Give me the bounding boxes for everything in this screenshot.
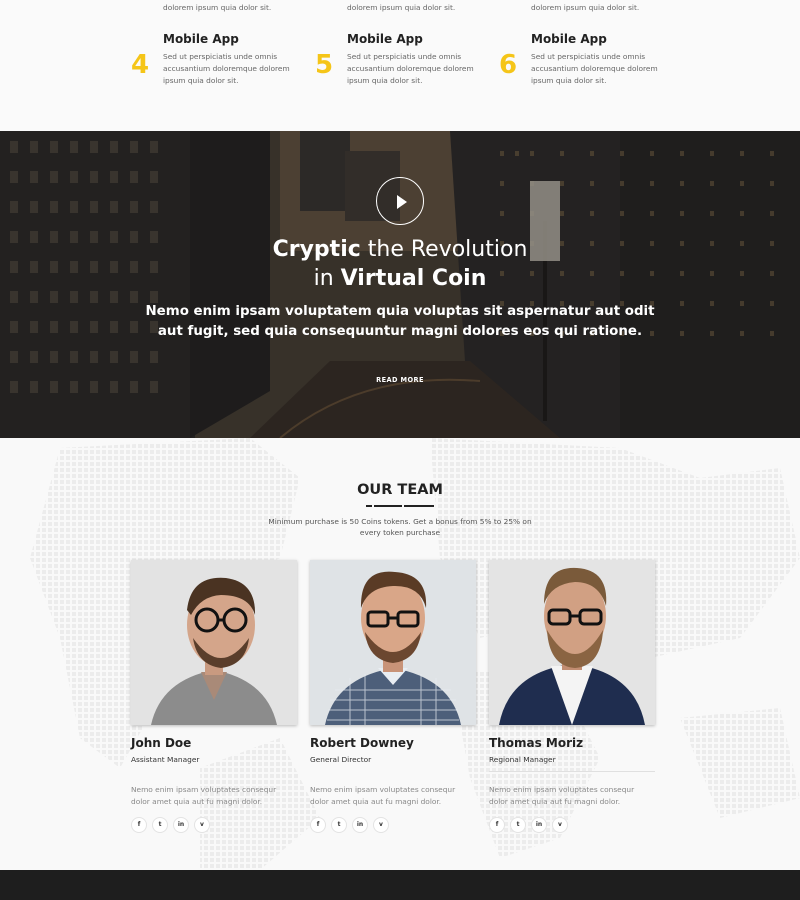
facebook-icon[interactable]: f xyxy=(131,817,147,833)
facebook-icon[interactable]: f xyxy=(310,817,326,833)
linkedin-icon[interactable]: in xyxy=(531,817,547,833)
service-number: 6 xyxy=(499,50,518,80)
play-video-button[interactable] xyxy=(376,177,424,225)
member-role: Regional Manager xyxy=(489,755,556,764)
social-links: f t in v xyxy=(310,817,476,833)
divider xyxy=(131,771,297,772)
hero-title-text: the Revolution xyxy=(360,237,528,262)
member-name: Robert Downey xyxy=(310,736,414,750)
member-photo xyxy=(310,560,476,725)
vimeo-icon[interactable]: v xyxy=(373,817,389,833)
team-member-card: Robert Downey General Director Nemo enim… xyxy=(310,560,476,833)
play-icon xyxy=(397,195,407,209)
heading-divider xyxy=(366,502,434,510)
service-desc: dolorem ipsum quia dolor sit. xyxy=(531,3,640,12)
member-photo xyxy=(489,560,655,725)
member-photo xyxy=(131,560,297,725)
hero-section: Cryptic the Revolution in Virtual Coin N… xyxy=(0,131,800,438)
member-name: John Doe xyxy=(131,736,192,750)
service-title: Mobile App xyxy=(163,32,239,46)
hero-title-text: in xyxy=(313,266,341,291)
hero-lead: Nemo enim ipsam voluptatem quia voluptas… xyxy=(145,304,655,339)
service-number: 4 xyxy=(131,50,150,80)
twitter-icon[interactable]: t xyxy=(331,817,347,833)
footer xyxy=(0,870,800,900)
service-number: 5 xyxy=(315,50,334,80)
linkedin-icon[interactable]: in xyxy=(352,817,368,833)
service-title: Mobile App xyxy=(531,32,607,46)
hero-title-line-2: in Virtual Coin xyxy=(0,264,800,293)
team-member-card: Thomas Moriz Regional Manager Nemo enim … xyxy=(489,560,655,833)
service-title: Mobile App xyxy=(347,32,423,46)
team-heading: OUR TEAM xyxy=(357,482,443,498)
team-intro: Minimum purchase is 50 Coins tokens. Get… xyxy=(268,517,532,537)
divider xyxy=(310,771,476,772)
team-member-card: John Doe Assistant Manager Nemo enim ips… xyxy=(131,560,297,833)
team-section: OUR TEAM Minimum purchase is 50 Coins to… xyxy=(0,438,800,870)
member-role: Assistant Manager xyxy=(131,755,200,764)
linkedin-icon[interactable]: in xyxy=(173,817,189,833)
vimeo-icon[interactable]: v xyxy=(552,817,568,833)
hero-title-bold: Cryptic xyxy=(272,237,361,262)
divider xyxy=(489,771,655,772)
member-role: General Director xyxy=(310,755,372,764)
social-links: f t in v xyxy=(489,817,655,833)
twitter-icon[interactable]: t xyxy=(152,817,168,833)
hero-title-bold: Virtual Coin xyxy=(340,266,487,291)
member-name: Thomas Moriz xyxy=(489,736,584,750)
twitter-icon[interactable]: t xyxy=(510,817,526,833)
vimeo-icon[interactable]: v xyxy=(194,817,210,833)
member-bio: Nemo enim ipsam voluptates consequr dolo… xyxy=(310,785,456,806)
member-bio: Nemo enim ipsam voluptates consequr dolo… xyxy=(131,785,277,806)
read-more-link[interactable]: READ MORE xyxy=(0,376,800,384)
social-links: f t in v xyxy=(131,817,297,833)
service-desc: Sed ut perspiciatis unde omnis accusanti… xyxy=(347,52,474,85)
service-desc: dolorem ipsum quia dolor sit. xyxy=(347,3,456,12)
member-bio: Nemo enim ipsam voluptates consequr dolo… xyxy=(489,785,635,806)
facebook-icon[interactable]: f xyxy=(489,817,505,833)
service-desc: Sed ut perspiciatis unde omnis accusanti… xyxy=(531,52,658,85)
services-section: dolorem ipsum quia dolor sit. dolorem ip… xyxy=(0,0,800,131)
hero-title-line-1: Cryptic the Revolution xyxy=(0,235,800,264)
service-desc: Sed ut perspiciatis unde omnis accusanti… xyxy=(163,52,290,85)
service-desc: dolorem ipsum quia dolor sit. xyxy=(163,3,272,12)
